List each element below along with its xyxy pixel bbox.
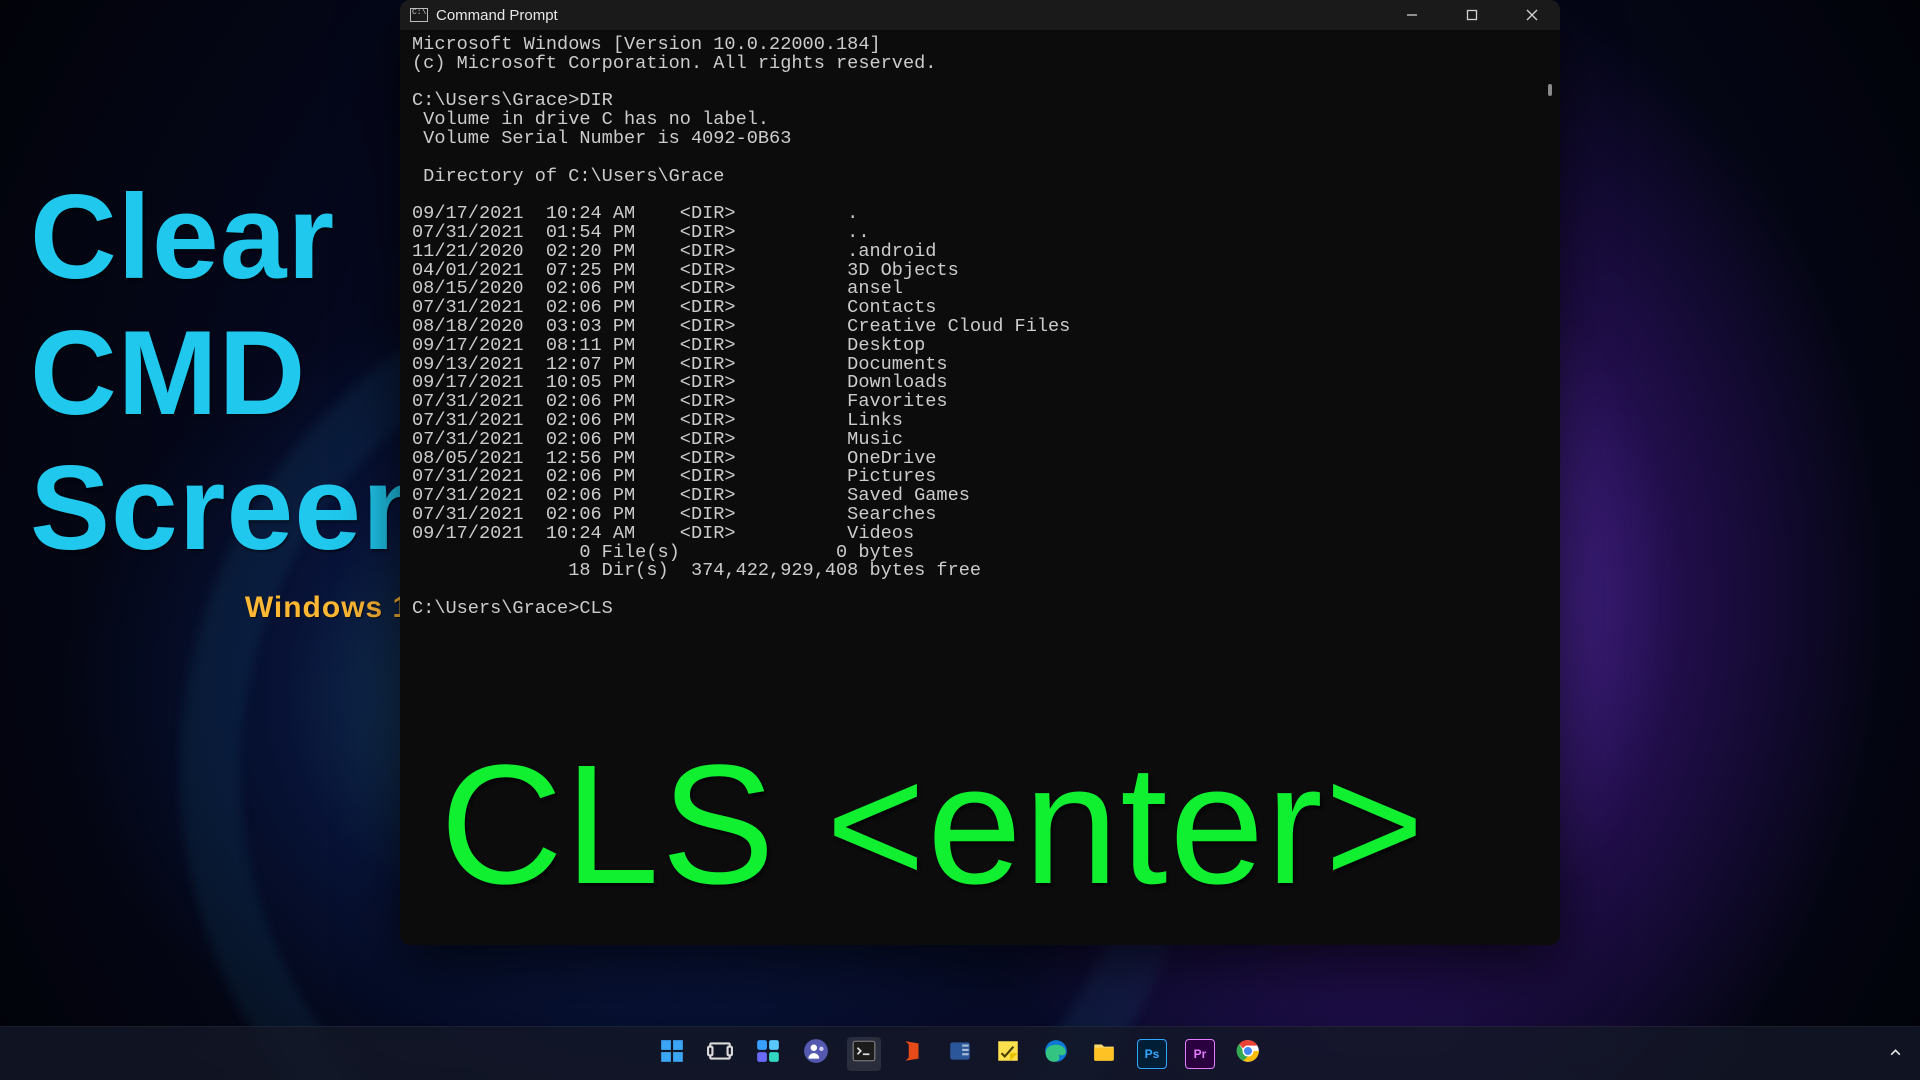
overlay-line2: CMD xyxy=(30,306,436,442)
taskbar-edge-button[interactable] xyxy=(1039,1037,1073,1071)
premiere-icon: Pr xyxy=(1185,1039,1215,1069)
close-button[interactable] xyxy=(1506,0,1558,30)
tutorial-title-overlay: Clear CMD Screen Windows 11 xyxy=(30,170,436,625)
taskbar-word-button[interactable] xyxy=(943,1037,977,1071)
system-tray[interactable] xyxy=(1889,1046,1902,1062)
command-prompt-window[interactable]: Command Prompt Microsoft Windows [Versio… xyxy=(400,0,1560,945)
maximize-button[interactable] xyxy=(1446,0,1498,30)
window-titlebar[interactable]: Command Prompt xyxy=(400,0,1560,30)
widgets-icon xyxy=(755,1038,781,1069)
overlay-line3: Screen xyxy=(30,441,436,577)
task-view-icon xyxy=(707,1038,733,1069)
taskbar-chrome-button[interactable] xyxy=(1231,1037,1265,1071)
chrome-icon xyxy=(1235,1038,1261,1069)
taskbar-office-button[interactable] xyxy=(895,1037,929,1071)
overlay-line1: Clear xyxy=(30,170,436,306)
desktop-background: Clear CMD Screen Windows 11 Command Prom… xyxy=(0,0,1920,1080)
taskbar-task-view-button[interactable] xyxy=(703,1037,737,1071)
taskbar[interactable]: Ps Pr xyxy=(0,1026,1920,1080)
photoshop-icon: Ps xyxy=(1137,1039,1167,1069)
taskbar-sticky-notes-button[interactable] xyxy=(991,1037,1025,1071)
minimize-button[interactable] xyxy=(1386,0,1438,30)
taskbar-explorer-button[interactable] xyxy=(1087,1037,1121,1071)
taskbar-start-button[interactable] xyxy=(655,1037,689,1071)
office-icon xyxy=(899,1038,925,1069)
command-prompt-icon xyxy=(410,8,428,22)
start-icon xyxy=(659,1038,685,1069)
edge-icon xyxy=(1043,1038,1069,1069)
taskbar-widgets-button[interactable] xyxy=(751,1037,785,1071)
explorer-icon xyxy=(1091,1038,1117,1069)
taskbar-premiere-button[interactable]: Pr xyxy=(1183,1037,1217,1071)
taskbar-terminal-button[interactable] xyxy=(847,1037,881,1071)
taskbar-photoshop-button[interactable]: Ps xyxy=(1135,1037,1169,1071)
tray-overflow-icon[interactable] xyxy=(1889,1046,1902,1062)
taskbar-center: Ps Pr xyxy=(655,1037,1265,1071)
teams-icon xyxy=(803,1038,829,1069)
terminal-output[interactable]: Microsoft Windows [Version 10.0.22000.18… xyxy=(412,36,1548,619)
scrollbar-thumb[interactable] xyxy=(1548,84,1552,96)
window-title: Command Prompt xyxy=(436,7,558,24)
word-icon xyxy=(947,1038,973,1069)
taskbar-teams-button[interactable] xyxy=(799,1037,833,1071)
sticky-notes-icon xyxy=(995,1038,1021,1069)
terminal-icon xyxy=(851,1038,877,1069)
terminal-body[interactable]: Microsoft Windows [Version 10.0.22000.18… xyxy=(400,30,1560,945)
